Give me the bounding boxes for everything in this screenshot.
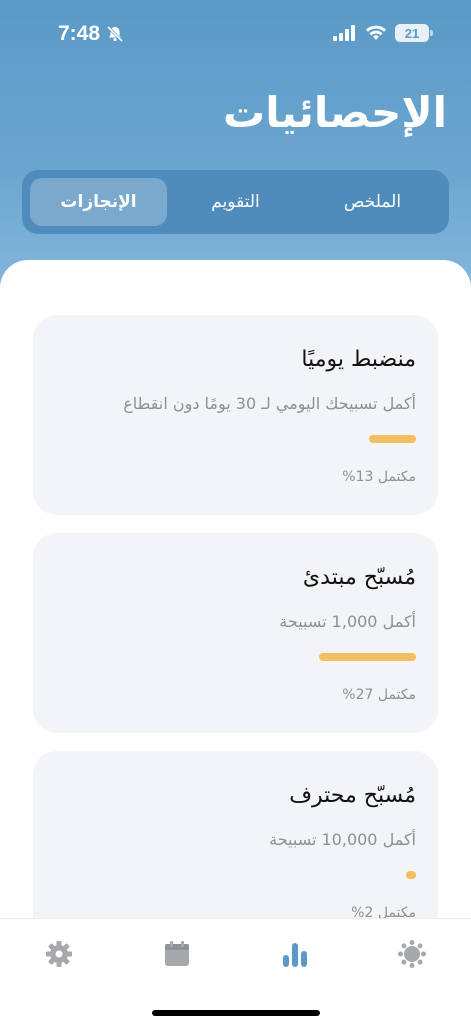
tab-summary[interactable]: الملخص [304, 178, 441, 226]
status-time-text: 7:48 [58, 22, 101, 45]
achievements-sheet[interactable]: منضبط يوميًا أكمل تسبيحك اليومي لـ 30 يو… [0, 260, 471, 920]
achievement-card[interactable]: مُسبّح مبتدئ أكمل 1,000 تسبيحة مكتمل 27% [33, 533, 438, 733]
page-title: الإحصائيات [223, 88, 447, 137]
segmented-control: الإنجازات التقويم الملخص [22, 170, 449, 234]
stats-icon[interactable] [280, 939, 310, 969]
progress-bar [55, 435, 416, 443]
battery-level: 21 [404, 25, 420, 41]
home-indicator[interactable] [152, 1010, 320, 1016]
achievement-status: مكتمل 27% [342, 687, 416, 703]
status-bar: 7:48 21 [0, 0, 471, 70]
status-indicators: 21 [333, 24, 433, 42]
achievement-title: مُسبّح محترف [289, 783, 416, 808]
tab-achievements-label: الإنجازات [60, 192, 137, 212]
signal-icon [333, 25, 355, 41]
achievement-description: أكمل تسبيحك اليومي لـ 30 يومًا دون انقطا… [123, 394, 416, 413]
gear-icon[interactable] [44, 939, 74, 969]
progress-fill [406, 871, 416, 879]
achievement-description: أكمل 1,000 تسبيحة [279, 612, 416, 631]
bell-slash-icon [106, 25, 124, 43]
tab-achievements[interactable]: الإنجازات [30, 178, 167, 226]
achievement-card[interactable]: منضبط يوميًا أكمل تسبيحك اليومي لـ 30 يو… [33, 315, 438, 515]
tab-bar [0, 918, 471, 1024]
calendar-icon[interactable] [162, 939, 192, 969]
status-time: 7:48 [58, 22, 124, 46]
progress-fill [318, 653, 416, 661]
achievement-description: أكمل 10,000 تسبيحة [269, 830, 416, 849]
progress-bar [55, 871, 416, 879]
progress-fill [369, 435, 416, 443]
tab-calendar-label: التقويم [211, 192, 260, 212]
achievement-title: مُسبّح مبتدئ [302, 565, 416, 590]
wifi-icon [366, 25, 386, 40]
tab-summary-label: الملخص [343, 192, 402, 212]
battery-indicator: 21 [395, 24, 433, 42]
tab-calendar[interactable]: التقويم [167, 178, 304, 226]
progress-bar [55, 653, 416, 661]
achievement-card[interactable]: مُسبّح محترف أكمل 10,000 تسبيحة مكتمل 2% [33, 751, 438, 920]
sun-icon[interactable] [397, 939, 427, 969]
achievement-status: مكتمل 13% [342, 469, 416, 485]
achievement-title: منضبط يوميًا [301, 347, 416, 372]
